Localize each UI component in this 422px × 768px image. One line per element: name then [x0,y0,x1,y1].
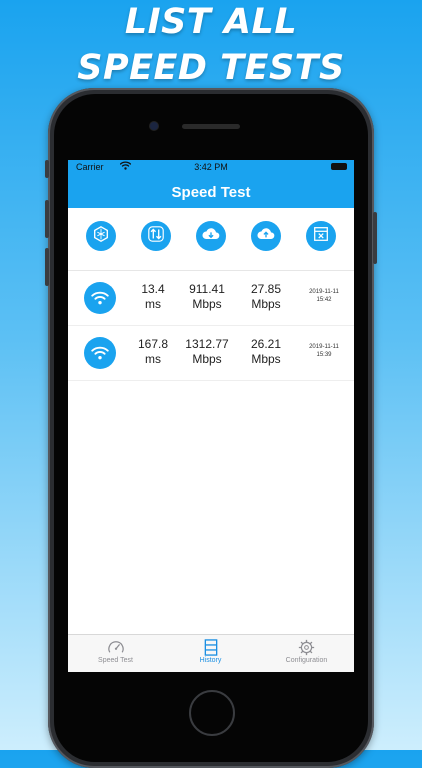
download-test-button[interactable] [196,221,226,251]
mute-switch [45,160,49,178]
battery-icon [331,163,347,170]
tab-label: History [199,657,222,664]
navigation-bar: Carrier 3:42 PM Speed Test [68,160,354,208]
upload-unit: Mbps [251,352,281,366]
status-time: 3:42 PM [194,162,228,172]
up-down-arrows-icon [147,225,165,248]
download-number: 911.41 [189,282,225,296]
page-title: Speed Test [171,184,251,201]
ping-button[interactable] [86,221,116,251]
test-date: 2019-11-11 [309,289,339,295]
home-button[interactable] [189,690,235,736]
download-unit: Mbps [192,352,222,366]
upload-test-button[interactable] [251,221,281,251]
timestamp: 2019-11-11 15:39 [302,343,346,359]
upload-number: 27.85 [250,282,282,296]
volume-up-button [45,200,49,238]
volume-down-button [45,248,49,286]
tab-label: Configuration [285,657,328,664]
wifi-result-icon [84,282,116,314]
earpiece-speaker [182,124,240,129]
upload-number: 26.21 [250,337,282,351]
app-screen: Carrier 3:42 PM Speed Test 13.4 ms 911.4… [68,160,354,672]
ping-value: 167.8 ms [134,337,172,367]
timestamp: 2019-11-11 15:42 [302,288,346,304]
download-value: 1312.77 Mbps [180,337,234,367]
test-date: 2019-11-11 [309,344,339,350]
tab-label: Speed Test [98,657,133,664]
upload-value: 26.21 Mbps [242,337,290,367]
front-camera [150,122,158,130]
history-list-icon [163,639,258,656]
cloud-download-icon [201,225,221,248]
promo-headline-line2: SPEED TESTS [77,48,345,88]
wifi-result-icon [84,337,116,369]
ping-number: 13.4 [141,282,165,296]
upload-value: 27.85 Mbps [242,282,290,312]
clear-history-button[interactable] [306,221,336,251]
tab-bar: Speed Test History Configuration [68,634,354,672]
gear-icon [259,639,354,656]
test-time: 15:39 [316,352,332,358]
ping-value: 13.4 ms [134,282,172,312]
speedometer-icon [68,639,163,656]
power-button [373,212,377,264]
tab-speed-test[interactable]: Speed Test [68,639,163,664]
ping-icon [92,225,110,248]
download-unit: Mbps [192,297,222,311]
status-bar: Carrier 3:42 PM [68,160,354,174]
tab-configuration[interactable]: Configuration [259,639,354,664]
tab-history[interactable]: History [163,639,258,664]
delete-box-icon [312,225,330,248]
history-row[interactable]: 167.8 ms 1312.77 Mbps 26.21 Mbps 2019-11… [68,326,354,381]
upload-unit: Mbps [251,297,281,311]
history-row[interactable]: 13.4 ms 911.41 Mbps 27.85 Mbps 2019-11-1… [68,271,354,326]
cloud-upload-icon [256,225,276,248]
action-toolbar [68,208,354,271]
download-value: 911.41 Mbps [180,282,234,312]
download-number: 1312.77 [185,337,229,351]
run-full-test-button[interactable] [141,221,171,251]
ping-number: 167.8 [137,337,169,351]
promo-headline-line1: LIST ALL [124,2,298,42]
ping-unit: ms [145,297,161,311]
ping-unit: ms [145,352,161,366]
test-time: 15:42 [316,297,332,303]
